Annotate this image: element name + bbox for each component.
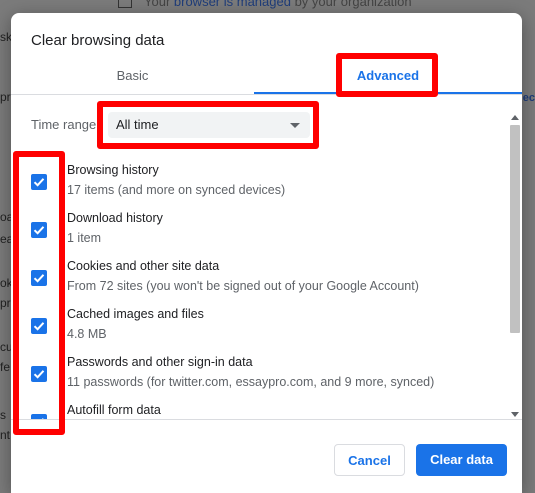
list-item-cached-images: Cached images and files 4.8 MB [11,294,508,342]
list-item-browsing-history: Browsing history 17 items (and more on s… [11,150,508,198]
scroll-thumb[interactable] [510,125,520,333]
scroll-down-arrow-icon[interactable] [511,412,519,417]
item-description: 17 items (and more on synced devices) [67,183,286,197]
scroll-up-arrow-icon[interactable] [511,115,519,120]
item-title: Browsing history [67,163,159,177]
banner-pre: Your [144,0,174,9]
highlight-box-advanced-tab [336,53,438,97]
building-icon [118,0,132,8]
list-scrollbar[interactable] [508,113,522,418]
banner-link[interactable]: browser is managed [174,0,291,9]
banner-post: by your organization [290,0,412,9]
item-description: 1 item [67,231,102,245]
item-title: Download history [67,211,163,225]
highlight-box-time-range [97,101,319,149]
item-description: From 72 sites (you won't be signed out o… [67,279,419,293]
list-item-passwords: Passwords and other sign-in data 11 pass… [11,342,508,390]
footer-divider [11,419,522,420]
dialog-title: Clear browsing data [31,32,165,49]
clear-browsing-data-dialog: Clear browsing data Basic Advanced Time … [11,13,522,493]
bg-fragment-right: ec [522,92,535,104]
list-item-autofill: Autofill form data [11,390,508,420]
bg-fragment: fe [0,360,11,374]
bg-fragment: nt [0,428,11,442]
item-title: Cookies and other site data [67,259,220,273]
bg-fragment: s [0,408,6,422]
clear-data-button[interactable]: Clear data [416,444,507,476]
item-description: 4.8 MB [67,327,107,341]
item-title: Autofill form data [67,403,161,417]
time-range-label: Time range [31,117,97,132]
managed-browser-banner: Your browser is managed by your organiza… [118,0,412,9]
data-type-list: Browsing history 17 items (and more on s… [11,150,508,420]
tab-basic[interactable]: Basic [11,66,254,106]
item-description: 11 passwords (for twitter.com, essaypro.… [67,375,435,389]
item-title: Passwords and other sign-in data [67,355,253,369]
item-title: Cached images and files [67,307,204,321]
highlight-box-checkboxes [13,151,65,435]
tabs-divider [11,94,522,95]
cancel-button[interactable]: Cancel [334,444,405,476]
list-item-download-history: Download history 1 item [11,198,508,246]
list-item-cookies: Cookies and other site data From 72 site… [11,246,508,294]
